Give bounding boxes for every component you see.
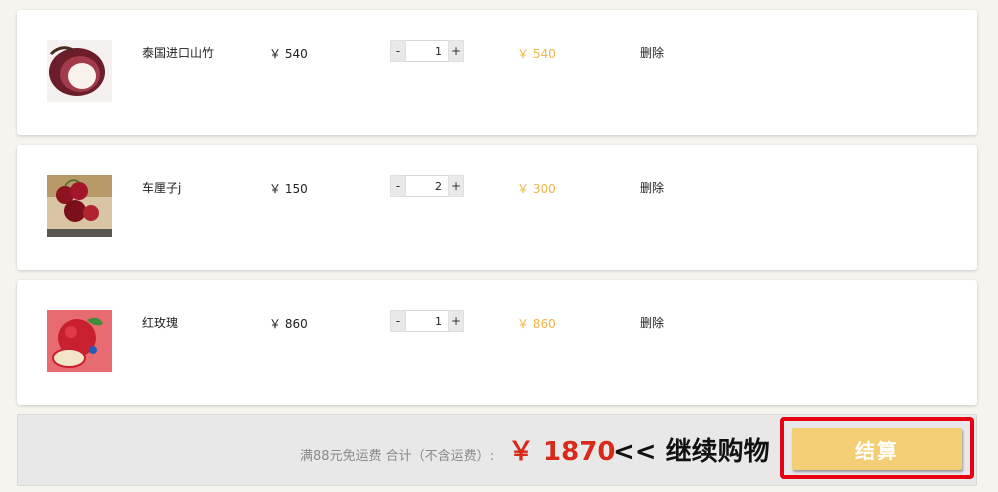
quantity-input[interactable] <box>406 40 448 62</box>
increase-button[interactable]: + <box>448 40 464 62</box>
item-name: 车厘子j <box>142 181 182 195</box>
item-price: ￥ 150 <box>269 182 308 196</box>
checkout-button[interactable]: 结算 <box>792 428 962 470</box>
increase-button[interactable]: + <box>448 310 464 332</box>
delete-link[interactable]: 删除 <box>640 314 664 331</box>
increase-button[interactable]: + <box>448 175 464 197</box>
item-subtotal: ￥ 540 <box>517 47 556 61</box>
item-price: ￥ 860 <box>269 317 308 331</box>
cart-item: 红玫瑰 ￥ 860 - + ￥ 860 删除 <box>17 280 977 405</box>
cherry-image <box>47 175 112 237</box>
quantity-stepper: - + <box>390 175 464 197</box>
decrease-button[interactable]: - <box>390 175 406 197</box>
apple-image <box>47 310 112 372</box>
item-name: 红玫瑰 <box>142 316 179 330</box>
item-name: 泰国进口山竹 <box>142 46 215 60</box>
decrease-button[interactable]: - <box>390 40 406 62</box>
quantity-stepper: - + <box>390 40 464 62</box>
shopping-cart-page: 泰国进口山竹 ￥ 540 - + ￥ 540 删除 车厘子j ￥ 150 <box>0 0 998 492</box>
item-price: ￥ 540 <box>269 47 308 61</box>
cart-item: 泰国进口山竹 ￥ 540 - + ￥ 540 删除 <box>17 10 977 135</box>
continue-shopping-link[interactable]: << 继续购物 <box>613 431 770 468</box>
cart-total: ￥ 1870 <box>508 437 616 467</box>
quantity-input[interactable] <box>406 310 448 332</box>
decrease-button[interactable]: - <box>390 310 406 332</box>
quantity-stepper: - + <box>390 310 464 332</box>
delete-link[interactable]: 删除 <box>640 44 664 61</box>
mangosteen-image <box>47 40 112 102</box>
delete-link[interactable]: 删除 <box>640 179 664 196</box>
item-subtotal: ￥ 300 <box>517 182 556 196</box>
item-subtotal: ￥ 860 <box>517 317 556 331</box>
cart-item: 车厘子j ￥ 150 - + ￥ 300 删除 <box>17 145 977 270</box>
shipping-note: 满88元免运费 合计（不含运费）: <box>299 449 494 464</box>
quantity-input[interactable] <box>406 175 448 197</box>
